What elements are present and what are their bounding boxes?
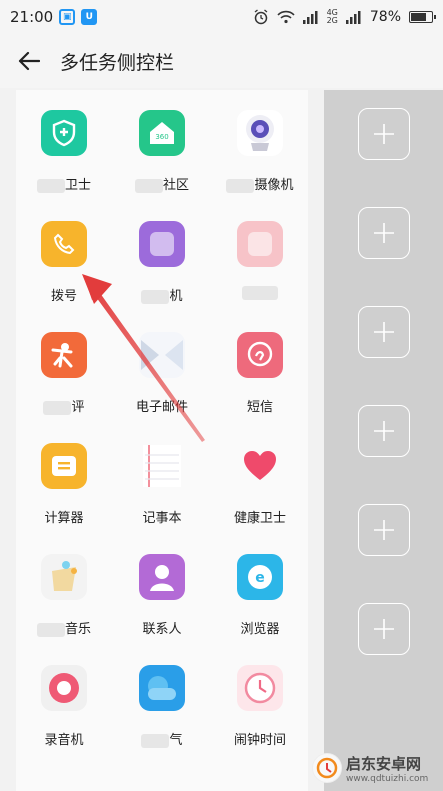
app-item[interactable]: 闹钟时间 xyxy=(212,645,308,755)
app-item[interactable]: 拨号 xyxy=(16,201,112,311)
app-label: 音乐 xyxy=(36,618,91,637)
app-icon xyxy=(237,221,283,267)
app-label: 评 xyxy=(43,396,85,415)
phone-icon xyxy=(41,221,87,267)
sidebar-slots xyxy=(324,90,443,791)
add-slot-button[interactable] xyxy=(358,306,410,358)
app-label: 闹钟时间 xyxy=(233,733,286,748)
watermark-title: 启东安卓网 xyxy=(346,754,422,773)
add-slot-button[interactable] xyxy=(358,603,410,655)
app-label: 气 xyxy=(141,729,183,748)
add-slot-button[interactable] xyxy=(358,405,410,457)
app-label: 拨号 xyxy=(50,289,77,304)
status-bar: 21:00 ▣ U 4G 2G 78% xyxy=(0,0,443,34)
wifi-icon xyxy=(276,10,295,24)
music-icon xyxy=(41,554,87,600)
battery-icon xyxy=(409,11,436,23)
app-item[interactable]: 气 xyxy=(114,645,210,755)
security-notification-icon: U xyxy=(81,9,98,25)
contacts-icon xyxy=(139,554,185,600)
app-label: 健康卫士 xyxy=(233,511,286,526)
app-item[interactable]: 机 xyxy=(114,201,210,311)
notepad-icon xyxy=(139,443,185,489)
app-label: 摄像机 xyxy=(226,174,294,193)
watermark-logo-icon xyxy=(312,753,342,783)
alarm-icon xyxy=(254,9,267,25)
app-item[interactable]: e 浏览器 xyxy=(212,534,308,644)
plus-icon xyxy=(374,223,394,243)
app-item[interactable]: 电子邮件 xyxy=(114,312,210,422)
app-label: 社区 xyxy=(134,174,189,193)
add-slot-button[interactable] xyxy=(358,504,410,556)
blurred-text xyxy=(141,289,170,304)
house-360-icon: 360 xyxy=(139,110,185,156)
app-item[interactable]: 计算器 xyxy=(16,423,112,533)
heart-icon xyxy=(237,443,283,489)
app-label: 记事本 xyxy=(142,511,182,526)
watermark-url: www.qdtuizhi.com xyxy=(346,773,429,784)
app-label: 电子邮件 xyxy=(135,400,188,415)
plus-icon xyxy=(374,619,394,639)
app-item[interactable]: 评 xyxy=(16,312,112,422)
plus-icon xyxy=(374,322,394,342)
browser-icon: e xyxy=(237,554,283,600)
screenshot-notification-icon: ▣ xyxy=(59,9,76,25)
app-label: 联系人 xyxy=(142,622,182,637)
add-slot-button[interactable] xyxy=(358,108,410,160)
battery-percentage: 78% xyxy=(369,9,401,25)
app-label: 计算器 xyxy=(44,511,84,526)
shield-plus-icon xyxy=(41,110,87,156)
network-type: 4G 2G xyxy=(326,8,338,25)
calculator-icon xyxy=(41,443,87,489)
page-title: 多任务侧控栏 xyxy=(60,51,175,74)
plus-icon xyxy=(374,421,394,441)
app-item[interactable]: 360 社区 xyxy=(114,90,210,200)
app-item[interactable]: 音乐 xyxy=(16,534,112,644)
signal-icon xyxy=(302,11,318,24)
app-item[interactable]: 录音机 xyxy=(16,645,112,755)
app-label: 卫士 xyxy=(36,174,91,193)
blurred-text xyxy=(36,622,65,637)
app-item[interactable]: 短信 xyxy=(212,312,308,422)
plus-icon xyxy=(374,124,394,144)
app-icon xyxy=(139,221,185,267)
recorder-icon xyxy=(41,665,87,711)
app-label: 机 xyxy=(141,285,183,304)
svg-text:360: 360 xyxy=(155,133,168,141)
svg-text:e: e xyxy=(255,570,265,586)
message-icon xyxy=(237,332,283,378)
clock-icon xyxy=(237,665,283,711)
blurred-text xyxy=(36,178,65,193)
blurred-text xyxy=(43,400,72,415)
app-grid: 卫士 360 社区 摄像机拨号 机评 电子邮件 短信计算器 记事本 健康卫士音乐 联系人 e 浏览器录… xyxy=(16,90,308,791)
app-label: 浏览器 xyxy=(240,622,280,637)
watermark: 启东安卓网 www.qdtuizhi.com xyxy=(312,748,443,788)
weather-icon xyxy=(139,665,185,711)
app-header: 多任务侧控栏 xyxy=(0,34,443,88)
add-slot-button[interactable] xyxy=(358,207,410,259)
person-icon xyxy=(41,332,87,378)
arrow-left-icon xyxy=(18,51,40,71)
blurred-text xyxy=(242,285,278,300)
app-item[interactable]: 记事本 xyxy=(114,423,210,533)
back-button[interactable] xyxy=(16,48,42,74)
app-item[interactable]: 摄像机 xyxy=(212,90,308,200)
app-item[interactable]: 联系人 xyxy=(114,534,210,644)
blurred-text xyxy=(141,733,170,748)
app-label: 录音机 xyxy=(44,733,84,748)
plus-icon xyxy=(374,520,394,540)
app-label xyxy=(242,285,278,300)
status-time: 21:00 xyxy=(10,8,54,26)
mail-icon xyxy=(139,332,185,378)
app-item[interactable]: 卫士 xyxy=(16,90,112,200)
signal-icon-2 xyxy=(345,11,361,24)
blurred-text xyxy=(226,178,255,193)
app-label: 短信 xyxy=(246,400,273,415)
app-item[interactable]: 健康卫士 xyxy=(212,423,308,533)
app-item[interactable] xyxy=(212,201,308,311)
blurred-text xyxy=(134,178,163,193)
camera-icon xyxy=(237,110,283,156)
